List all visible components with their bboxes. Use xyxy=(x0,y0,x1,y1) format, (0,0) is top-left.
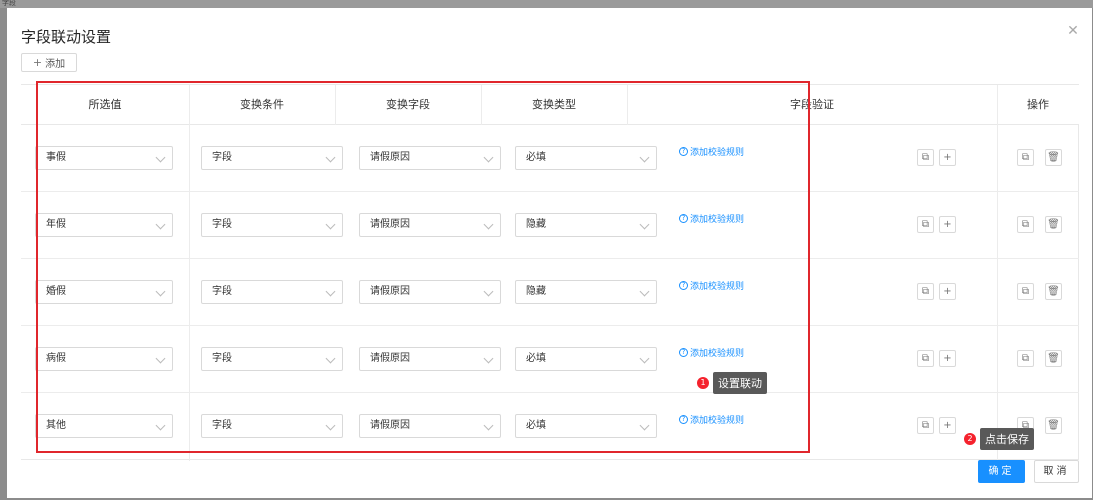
condition-select[interactable]: 字段 xyxy=(201,347,343,371)
cancel-button[interactable]: 取消 xyxy=(1034,460,1079,483)
delete-row-button[interactable]: 🗑 xyxy=(1045,350,1062,367)
add-rule-button[interactable]: + xyxy=(939,350,956,367)
copy-rule-button[interactable]: ⧉ xyxy=(917,417,934,434)
header-type: 变换类型 xyxy=(532,98,576,111)
delete-row-button[interactable]: 🗑 xyxy=(1045,417,1062,434)
annotation-set-linkage: 1 设置联动 xyxy=(697,372,767,394)
add-validation-rule-link[interactable]: ? 添加校验规则 xyxy=(679,413,744,426)
chevron-down-icon xyxy=(155,152,166,163)
chevron-down-icon xyxy=(155,219,166,230)
add-validation-rule-link[interactable]: ? 添加校验规则 xyxy=(679,212,744,225)
header-condition: 变换条件 xyxy=(240,98,284,111)
chevron-down-icon xyxy=(483,286,494,297)
condition-select[interactable]: 字段 xyxy=(201,213,343,237)
chevron-down-icon xyxy=(325,353,336,364)
chevron-down-icon xyxy=(325,152,336,163)
field-select[interactable]: 请假原因 xyxy=(359,146,501,170)
selected-value-select[interactable]: 年假 xyxy=(35,213,173,237)
copy-row-button[interactable]: ⧉ xyxy=(1017,350,1034,367)
field-linkage-modal: 字段联动设置 ✕ + 添加 所选值 变换条件 变换字段 变换类型 字段验证 操作… xyxy=(7,8,1092,498)
add-rule-button[interactable]: + xyxy=(939,216,956,233)
header-selected-value: 所选值 xyxy=(88,98,122,111)
background-strip: 字段 xyxy=(0,0,1093,8)
question-circle-icon: ? xyxy=(679,214,688,223)
add-button-label: 添加 xyxy=(45,59,66,70)
table-row: 事假 字段 请假原因 必填 ? 添加校验规则 ⧉ + ⧉ 🗑 xyxy=(21,125,1079,192)
condition-select[interactable]: 字段 xyxy=(201,280,343,304)
step-badge: 2 xyxy=(964,433,976,445)
header-field: 变换字段 xyxy=(386,98,430,111)
modal-title: 字段联动设置 xyxy=(21,28,112,46)
add-validation-rule-link[interactable]: ? 添加校验规则 xyxy=(679,346,744,359)
chevron-down-icon xyxy=(639,152,650,163)
selected-value-select[interactable]: 事假 xyxy=(35,146,173,170)
plus-icon: + xyxy=(32,56,43,69)
copy-rule-button[interactable]: ⧉ xyxy=(917,216,934,233)
add-rule-button[interactable]: + xyxy=(939,283,956,300)
type-select[interactable]: 必填 xyxy=(515,414,657,438)
chevron-down-icon xyxy=(483,152,494,163)
delete-row-button[interactable]: 🗑 xyxy=(1045,216,1062,233)
linkage-table: 所选值 变换条件 变换字段 变换类型 字段验证 操作 事假 字段 请假原因 必填… xyxy=(21,84,1079,461)
question-circle-icon: ? xyxy=(679,348,688,357)
selected-value-select[interactable]: 其他 xyxy=(35,414,173,438)
chevron-down-icon xyxy=(639,219,650,230)
field-select[interactable]: 请假原因 xyxy=(359,213,501,237)
selected-value-select[interactable]: 婚假 xyxy=(35,280,173,304)
selected-value-select[interactable]: 病假 xyxy=(35,347,173,371)
close-icon[interactable]: ✕ xyxy=(1066,24,1080,38)
annotation-text: 设置联动 xyxy=(713,372,767,394)
chevron-down-icon xyxy=(639,420,650,431)
table-row: 年假 字段 请假原因 隐藏 ? 添加校验规则 ⧉ + ⧉ 🗑 xyxy=(21,192,1079,259)
type-select[interactable]: 隐藏 xyxy=(515,280,657,304)
background-label: 字段 xyxy=(2,0,16,7)
condition-select[interactable]: 字段 xyxy=(201,146,343,170)
type-select[interactable]: 必填 xyxy=(515,146,657,170)
field-select[interactable]: 请假原因 xyxy=(359,280,501,304)
table-header: 所选值 变换条件 变换字段 变换类型 字段验证 操作 xyxy=(21,85,1079,125)
chevron-down-icon xyxy=(325,420,336,431)
chevron-down-icon xyxy=(483,420,494,431)
table-row: 婚假 字段 请假原因 隐藏 ? 添加校验规则 ⧉ + ⧉ 🗑 xyxy=(21,259,1079,326)
header-actions: 操作 xyxy=(1027,98,1049,111)
ok-button[interactable]: 确定 xyxy=(978,460,1025,483)
question-circle-icon: ? xyxy=(679,415,688,424)
copy-row-button[interactable]: ⧉ xyxy=(1017,216,1034,233)
copy-rule-button[interactable]: ⧉ xyxy=(917,283,934,300)
step-badge: 1 xyxy=(697,377,709,389)
question-circle-icon: ? xyxy=(679,281,688,290)
annotation-text: 点击保存 xyxy=(980,428,1034,450)
chevron-down-icon xyxy=(155,353,166,364)
question-circle-icon: ? xyxy=(679,147,688,156)
add-validation-rule-link[interactable]: ? 添加校验规则 xyxy=(679,279,744,292)
field-select[interactable]: 请假原因 xyxy=(359,414,501,438)
chevron-down-icon xyxy=(325,219,336,230)
delete-row-button[interactable]: 🗑 xyxy=(1045,149,1062,166)
copy-row-button[interactable]: ⧉ xyxy=(1017,283,1034,300)
chevron-down-icon xyxy=(639,353,650,364)
chevron-down-icon xyxy=(483,353,494,364)
chevron-down-icon xyxy=(155,420,166,431)
add-rule-button[interactable]: + xyxy=(939,417,956,434)
table-row: 其他 字段 请假原因 必填 ? 添加校验规则 ⧉ + ⧉ 🗑 xyxy=(21,393,1079,460)
add-validation-rule-link[interactable]: ? 添加校验规则 xyxy=(679,145,744,158)
type-select[interactable]: 隐藏 xyxy=(515,213,657,237)
chevron-down-icon xyxy=(325,286,336,297)
table-row: 病假 字段 请假原因 必填 ? 添加校验规则 ⧉ + ⧉ 🗑 xyxy=(21,326,1079,393)
delete-row-button[interactable]: 🗑 xyxy=(1045,283,1062,300)
add-button[interactable]: + 添加 xyxy=(21,53,77,72)
header-validation: 字段验证 xyxy=(790,98,834,111)
type-select[interactable]: 必填 xyxy=(515,347,657,371)
field-select[interactable]: 请假原因 xyxy=(359,347,501,371)
chevron-down-icon xyxy=(155,286,166,297)
condition-select[interactable]: 字段 xyxy=(201,414,343,438)
add-rule-button[interactable]: + xyxy=(939,149,956,166)
chevron-down-icon xyxy=(639,286,650,297)
copy-rule-button[interactable]: ⧉ xyxy=(917,149,934,166)
chevron-down-icon xyxy=(483,219,494,230)
copy-row-button[interactable]: ⧉ xyxy=(1017,149,1034,166)
copy-rule-button[interactable]: ⧉ xyxy=(917,350,934,367)
annotation-click-save: 2 点击保存 xyxy=(964,428,1034,450)
